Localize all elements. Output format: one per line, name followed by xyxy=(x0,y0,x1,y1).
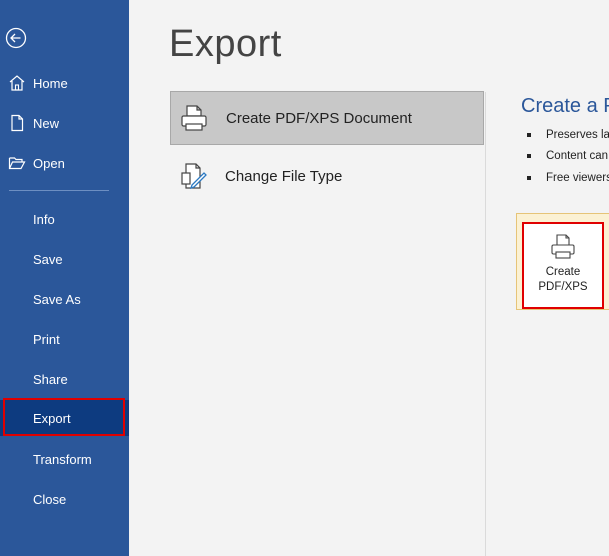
pane-divider xyxy=(485,92,486,556)
sidebar-item-transform[interactable]: Transform xyxy=(0,441,129,477)
sidebar-item-label: New xyxy=(33,115,60,131)
sidebar-item-label: Home xyxy=(33,75,68,91)
sidebar-divider xyxy=(9,190,109,191)
sidebar-item-label: Save xyxy=(33,251,63,267)
sidebar-item-print[interactable]: Print xyxy=(0,321,129,357)
sidebar-item-label: Info xyxy=(33,211,55,227)
detail-title: Create a P xyxy=(521,95,609,117)
sidebar-item-save-as[interactable]: Save As xyxy=(0,281,129,317)
bullet-item: Free viewers xyxy=(527,167,609,189)
bullet-dot xyxy=(527,154,531,159)
detail-bullets: Preserves lay Content can Free viewers xyxy=(527,124,609,189)
option-label: Change File Type xyxy=(225,167,343,185)
option-change-file-type[interactable]: Change File Type xyxy=(170,149,484,203)
open-folder-icon xyxy=(8,154,26,172)
sidebar-item-save[interactable]: Save xyxy=(0,241,129,277)
create-pdf-xps-button[interactable]: Create PDF/XPS xyxy=(522,222,604,309)
bullet-dot xyxy=(527,175,531,180)
sidebar-item-label: Close xyxy=(33,491,67,507)
sidebar-item-share[interactable]: Share xyxy=(0,361,129,397)
sidebar-item-label: Share xyxy=(33,371,68,387)
pdf-document-icon xyxy=(548,232,578,262)
sidebar-item-label: Transform xyxy=(33,451,92,467)
change-file-type-icon xyxy=(178,161,208,191)
export-highlight-box xyxy=(3,398,125,436)
bullet-dot xyxy=(527,132,531,137)
bullet-item: Content can xyxy=(527,146,609,168)
bullet-item: Preserves lay xyxy=(527,124,609,146)
pdf-document-icon xyxy=(179,103,209,133)
sidebar-item-label: Print xyxy=(33,331,60,347)
create-pdf-xps-button-label: Create PDF/XPS xyxy=(538,266,588,293)
sidebar-item-info[interactable]: Info xyxy=(0,201,129,237)
sidebar-item-new[interactable]: New xyxy=(0,105,129,141)
sidebar-item-home[interactable]: Home xyxy=(0,65,129,101)
sidebar-item-label: Open xyxy=(33,155,65,171)
sidebar-item-close[interactable]: Close xyxy=(0,481,129,517)
sidebar-item-label: Save As xyxy=(33,291,81,307)
option-create-pdf-xps-document[interactable]: Create PDF/XPS Document xyxy=(170,91,484,145)
home-icon xyxy=(8,74,26,92)
new-document-icon xyxy=(8,114,26,132)
back-arrow-icon[interactable] xyxy=(5,27,27,49)
option-label: Create PDF/XPS Document xyxy=(226,109,412,127)
sidebar-item-open[interactable]: Open xyxy=(0,145,129,181)
page-title: Export xyxy=(169,23,282,65)
backstage-sidebar: Home New Open Info Save Save As Print Sh… xyxy=(0,0,129,556)
